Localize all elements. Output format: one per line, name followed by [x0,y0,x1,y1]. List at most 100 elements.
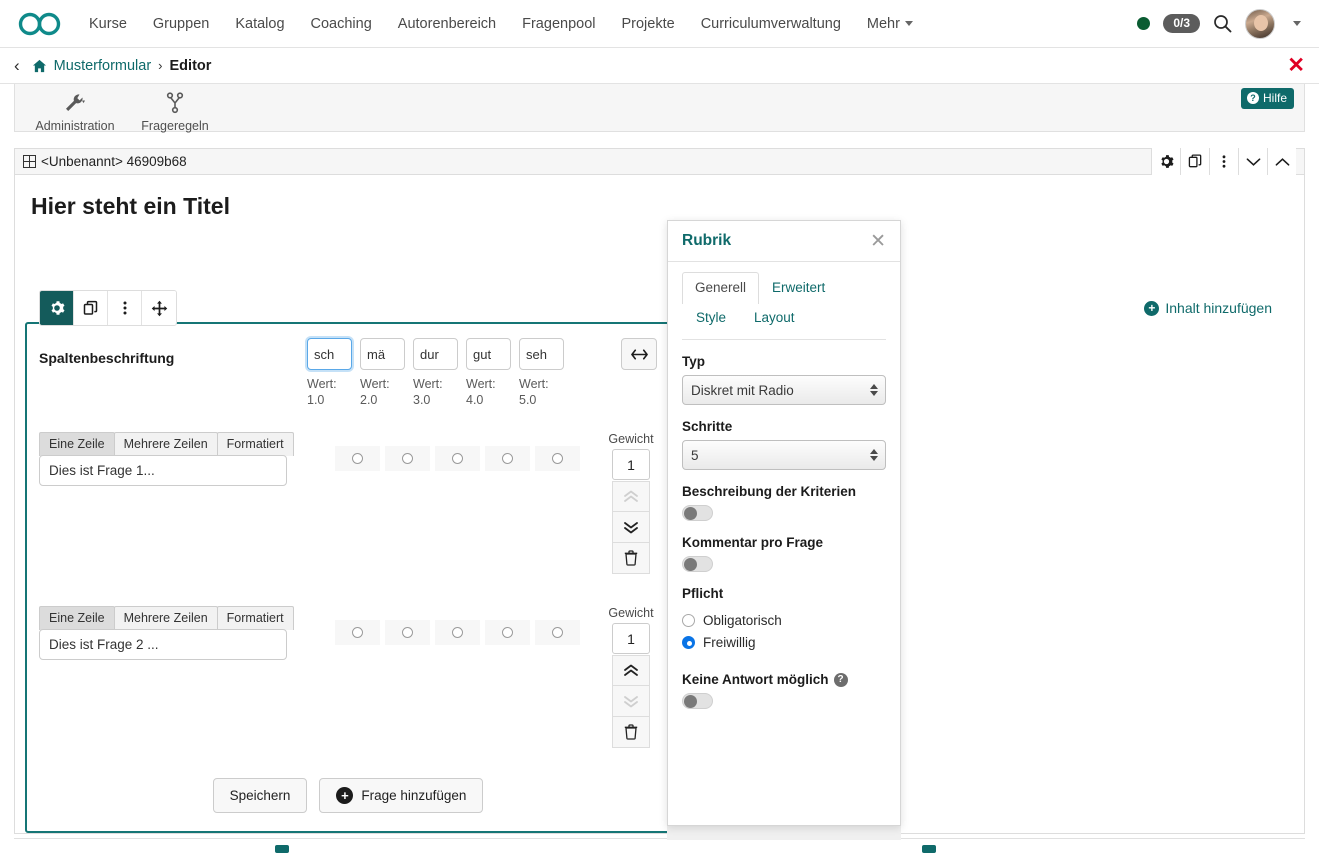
nav-right-cluster: 0/3 [1137,8,1305,39]
radio-cell[interactable] [535,446,580,472]
format-tab-eine-zeile[interactable]: Eine Zeile [39,432,115,457]
question-input-1[interactable] [39,455,287,487]
block-chevron-up-icon[interactable] [1267,148,1296,175]
block-copy-icon[interactable] [1180,148,1209,175]
radio-cell[interactable] [435,620,480,646]
mini-gear-icon[interactable] [40,291,74,325]
toolbar-item-administration[interactable]: Administration [25,90,125,133]
radio-cell[interactable] [335,620,380,646]
toolbar-item-frageregeln[interactable]: Frageregeln [125,90,225,133]
move-down-button-1[interactable] [612,512,650,544]
add-content-link[interactable]: + Inhalt hinzufügen [1144,300,1272,316]
tab-erweitert[interactable]: Erweitert [759,272,838,304]
mini-copy-icon[interactable] [74,291,108,325]
move-down-button-2[interactable] [612,686,650,718]
mini-move-icon[interactable] [142,291,176,325]
radio-cell[interactable] [385,446,430,472]
radio-option-icon[interactable] [452,627,463,639]
radio-option-icon[interactable] [502,453,513,465]
nav-item-curriculumverwaltung[interactable]: Curriculumverwaltung [688,10,854,38]
nav-item-fragenpool[interactable]: Fragenpool [509,10,608,38]
radio-selected-icon [682,636,695,649]
save-button[interactable]: Speichern [212,778,308,814]
toolbar-item-frageregeln-label: Frageregeln [141,119,209,133]
back-chevron-left-icon[interactable]: ‹ [14,56,20,76]
block-body: Hier steht ein Titel + Inhalt hinzufügen [14,175,1305,835]
column-input-3[interactable] [413,338,458,370]
nav-links: Kurse Gruppen Katalog Coaching Autorenbe… [76,10,926,38]
mini-kebab-icon[interactable] [108,291,142,325]
question-circle-icon: ? [1246,92,1259,104]
radio-option-icon[interactable] [402,627,413,639]
format-tab-formatiert[interactable]: Formatiert [216,606,294,631]
radio-option-icon[interactable] [352,627,363,639]
nav-item-gruppen[interactable]: Gruppen [140,10,222,38]
task-badge[interactable]: 0/3 [1163,13,1200,34]
column-input-1[interactable] [307,338,352,370]
weight-label: Gewicht [608,606,654,621]
nav-item-katalog[interactable]: Katalog [222,10,297,38]
schritte-select[interactable]: 5 [682,440,886,470]
radio-cell[interactable] [485,446,530,472]
pflicht-option-freiwillig[interactable]: Freiwillig [682,635,886,650]
kriterien-toggle[interactable] [682,505,713,521]
radio-cell[interactable] [535,620,580,646]
panel-tabs-primary: Generell Erweitert [682,272,886,304]
question-input-2[interactable] [39,629,287,661]
search-icon[interactable] [1213,14,1232,33]
next-block-control-left[interactable] [275,845,289,853]
tab-generell[interactable]: Generell [682,272,760,304]
tab-layout[interactable]: Layout [744,306,805,329]
radio-option-icon[interactable] [402,453,413,465]
radio-option-icon[interactable] [552,453,563,465]
format-tab-mehrere-zeilen[interactable]: Mehrere Zeilen [113,432,218,457]
weight-input-2[interactable] [612,623,650,655]
nav-item-autorenbereich[interactable]: Autorenbereich [385,10,509,38]
breadcrumb-root-link[interactable]: Musterformular [54,58,152,74]
avatar[interactable] [1245,8,1275,39]
panel-title: Rubrik [682,232,732,249]
nav-item-projekte[interactable]: Projekte [608,10,687,38]
block-gear-icon[interactable] [1151,148,1180,175]
typ-select[interactable]: Diskret mit Radio [682,375,886,405]
nav-item-mehr[interactable]: Mehr [854,10,926,38]
radio-option-icon[interactable] [452,453,463,465]
block-chevron-down-icon[interactable] [1238,148,1267,175]
column-input-5[interactable] [519,338,564,370]
tab-style[interactable]: Style [686,306,736,329]
kommentar-toggle[interactable] [682,556,713,572]
block-kebab-icon[interactable] [1209,148,1238,175]
weight-input-1[interactable] [612,449,650,481]
rubric-button-row: Speichern + Frage hinzufügen [39,778,657,814]
pflicht-option-obligatorisch[interactable]: Obligatorisch [682,613,886,628]
infinity-logo[interactable] [14,9,66,39]
radio-cell[interactable] [435,446,480,472]
delete-question-button-2[interactable] [612,717,650,749]
home-icon[interactable] [32,59,47,73]
avatar-chevron-down-icon[interactable] [1293,21,1301,26]
delete-question-button-1[interactable] [612,543,650,575]
nav-item-kurse[interactable]: Kurse [76,10,140,38]
move-up-button-1[interactable] [612,481,650,513]
format-tab-eine-zeile[interactable]: Eine Zeile [39,606,115,631]
close-editor-icon[interactable]: ✕ [1287,55,1305,76]
question-circle-icon[interactable]: ? [833,672,848,687]
radio-cell[interactable] [385,620,430,646]
arrows-horizontal-icon[interactable] [621,338,657,370]
radio-option-icon[interactable] [502,627,513,639]
radio-cell[interactable] [485,620,530,646]
radio-option-icon[interactable] [352,453,363,465]
format-tab-mehrere-zeilen[interactable]: Mehrere Zeilen [113,606,218,631]
nav-item-coaching[interactable]: Coaching [298,10,385,38]
radio-option-icon[interactable] [552,627,563,639]
panel-close-icon[interactable]: ✕ [870,232,886,251]
keine-antwort-toggle[interactable] [682,693,713,709]
column-input-4[interactable] [466,338,511,370]
format-tab-formatiert[interactable]: Formatiert [216,432,294,457]
column-input-2[interactable] [360,338,405,370]
add-question-button[interactable]: + Frage hinzufügen [319,778,484,814]
radio-cell[interactable] [335,446,380,472]
move-up-button-2[interactable] [612,655,650,687]
next-block-control-right[interactable] [922,845,936,853]
help-button[interactable]: ? Hilfe [1240,88,1294,109]
